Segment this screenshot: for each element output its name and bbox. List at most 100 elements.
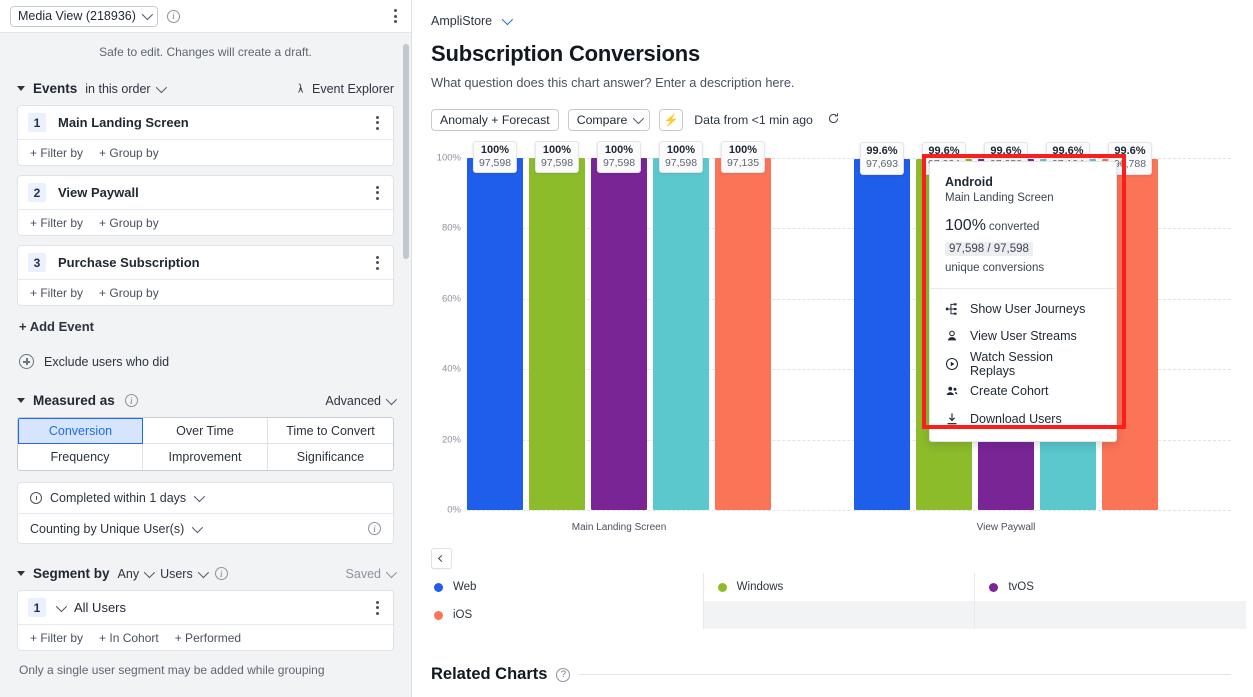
event-subrow: + Filter by + Group by: [18, 279, 393, 305]
tab-over-time[interactable]: Over Time: [143, 418, 268, 444]
event-subrow: + Filter by + Group by: [18, 139, 393, 165]
event-order-selector[interactable]: in this order: [85, 81, 167, 96]
bar-windows-1[interactable]: [529, 158, 585, 510]
group-by-button[interactable]: + Group by: [99, 286, 159, 300]
create-cohort-action[interactable]: Create Cohort: [930, 378, 1116, 406]
info-icon[interactable]: i: [166, 9, 180, 23]
chevron-down-icon: [143, 566, 156, 578]
legend-item-label: Windows: [736, 581, 784, 593]
saved-selector[interactable]: Saved: [346, 566, 398, 581]
filter-by-button[interactable]: + Filter by: [30, 146, 83, 160]
exclude-users-button[interactable]: Exclude users who did: [19, 354, 392, 369]
popover-value-row: 100% converted: [945, 217, 1101, 235]
segment-users-label: Users: [160, 566, 193, 581]
view-selector[interactable]: Media View (218936): [10, 5, 158, 27]
event-more-button[interactable]: [372, 182, 383, 204]
filter-by-button[interactable]: + Filter by: [30, 631, 83, 645]
chart-description[interactable]: What question does this chart answer? En…: [431, 75, 1253, 90]
event-explorer-icon: [298, 83, 304, 93]
exclude-users-label: Exclude users who did: [44, 354, 170, 369]
segment-users-selector[interactable]: Users: [160, 566, 209, 581]
collapse-caret-icon[interactable]: [17, 571, 25, 576]
refresh-icon: [828, 113, 838, 124]
event-row[interactable]: 3 Purchase Subscription: [18, 246, 393, 279]
chevron-down-icon[interactable]: [55, 600, 68, 612]
performed-button[interactable]: + Performed: [175, 631, 241, 645]
legend-item-windows[interactable]: Windows: [702, 573, 975, 601]
tab-significance[interactable]: Significance: [268, 444, 393, 470]
segment-more-button[interactable]: [372, 597, 383, 619]
bar-tvos-1[interactable]: [591, 158, 647, 510]
legend-empty-cell: [974, 601, 1246, 629]
event-row[interactable]: 1 Main Landing Screen: [18, 106, 393, 139]
bar-value-label: 99.6% 97,693: [859, 142, 905, 175]
legend-item-tvos[interactable]: tvOS: [974, 573, 1246, 601]
bar-web-2[interactable]: [854, 159, 910, 510]
tab-conversion[interactable]: Conversion: [18, 418, 143, 444]
group-by-button[interactable]: + Group by: [99, 216, 159, 230]
collapse-caret-icon[interactable]: [17, 398, 25, 403]
bar-label-percent: 100%: [542, 144, 572, 156]
chevron-down-icon[interactable]: [501, 13, 514, 26]
legend-item-ios[interactable]: iOS: [431, 601, 703, 629]
bar-label-percent: 99.6%: [1052, 145, 1084, 158]
filter-by-button[interactable]: + Filter by: [30, 286, 83, 300]
legend-item-web[interactable]: Web: [431, 573, 703, 601]
collapse-caret-icon[interactable]: [17, 86, 25, 91]
watch-session-replays-action[interactable]: Watch Session Replays: [930, 350, 1116, 378]
y-axis: 0% 20% 40% 60% 80% 100%: [431, 153, 465, 516]
bar-android-1[interactable]: [653, 158, 709, 510]
compare-button[interactable]: Compare: [567, 109, 651, 131]
segment-any-selector[interactable]: Any: [118, 566, 156, 581]
bar-web-1[interactable]: [467, 158, 523, 510]
legend-color-swatch: [717, 582, 727, 592]
conversion-window-selector[interactable]: Completed within 1 days: [18, 483, 393, 513]
sidebar-more-button[interactable]: [390, 5, 401, 27]
info-icon[interactable]: i: [368, 522, 381, 535]
legend-empty-cell: [702, 601, 975, 629]
event-index: 2: [28, 183, 46, 202]
tab-frequency[interactable]: Frequency: [18, 444, 143, 470]
segment-row[interactable]: 1 All Users: [18, 591, 393, 624]
sidebar-scrollbar-thumb[interactable]: [403, 44, 409, 259]
event-explorer-button[interactable]: Event Explorer: [294, 82, 394, 96]
filter-by-button[interactable]: + Filter by: [30, 216, 83, 230]
event-card: 1 Main Landing Screen + Filter by + Grou…: [17, 105, 394, 166]
event-more-button[interactable]: [372, 252, 383, 274]
view-user-streams-action[interactable]: View User Streams: [930, 323, 1116, 351]
chart-main-panel: AmpliStore Subscription Conversions What…: [412, 0, 1253, 697]
chart-config-sidebar: Media View (218936) i Safe to edit. Chan…: [0, 0, 412, 697]
info-icon[interactable]: i: [214, 567, 228, 580]
bar-label-count: 97,598: [478, 156, 512, 169]
tab-time-to-convert[interactable]: Time to Convert: [268, 418, 393, 444]
y-axis-tick: 80%: [441, 222, 461, 234]
event-name: Main Landing Screen: [58, 115, 189, 130]
bar-label-count: 97,598: [664, 156, 698, 169]
show-user-journeys-action[interactable]: Show User Journeys: [930, 295, 1116, 323]
action-label: Create Cohort: [970, 384, 1049, 399]
info-icon[interactable]: i: [124, 394, 138, 407]
refresh-button[interactable]: [827, 112, 840, 128]
bar-ios-1[interactable]: [715, 158, 771, 510]
in-cohort-button[interactable]: + In Cohort: [99, 631, 159, 645]
advanced-button[interactable]: Advanced: [325, 393, 398, 408]
add-event-button[interactable]: + Add Event: [19, 319, 392, 334]
y-axis-tick: 0%: [447, 504, 461, 516]
tab-improvement[interactable]: Improvement: [143, 444, 268, 470]
counting-selector[interactable]: Counting by Unique User(s) i: [18, 513, 393, 543]
group-by-button[interactable]: + Group by: [99, 146, 159, 160]
bar-value-label: 100% 97,598: [658, 141, 704, 174]
realtime-button[interactable]: ⚡: [659, 109, 684, 131]
bar-label-percent: 99.6%: [866, 145, 898, 158]
event-row[interactable]: 2 View Paywall: [18, 176, 393, 209]
anomaly-forecast-button[interactable]: Anomaly + Forecast: [431, 109, 559, 131]
breadcrumb[interactable]: AmpliStore: [412, 0, 1253, 28]
segment-name: All Users: [74, 600, 127, 615]
event-more-button[interactable]: [372, 112, 383, 134]
chart-toolbar: Anomaly + Forecast Compare ⚡ Data from <…: [431, 109, 1253, 131]
download-users-action[interactable]: Download Users: [930, 405, 1116, 433]
download-users-icon: [947, 413, 957, 425]
previous-page-button[interactable]: [431, 548, 452, 569]
help-icon[interactable]: ?: [556, 667, 571, 682]
sidebar-topbar: Media View (218936) i: [0, 0, 411, 33]
